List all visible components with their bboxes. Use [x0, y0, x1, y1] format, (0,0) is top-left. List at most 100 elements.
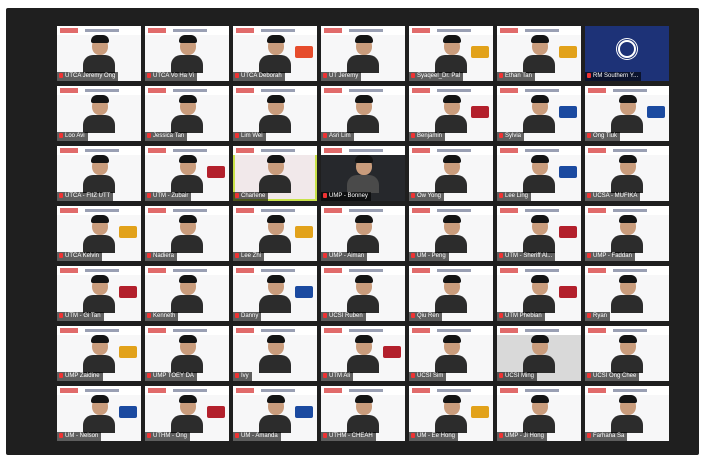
- university-logo-icon: [295, 46, 313, 58]
- participant-name-label: UMP Zaidine: [57, 372, 103, 381]
- participant-name-label: UTHM - Ong: [145, 432, 191, 441]
- participant-tile[interactable]: UCSA - MUFIKA: [585, 146, 669, 201]
- participant-video: [168, 155, 206, 193]
- participant-tile[interactable]: UM - Peng: [409, 206, 493, 261]
- participant-tile[interactable]: UTM Ali: [321, 326, 405, 381]
- participant-video: [608, 395, 646, 433]
- participant-tile[interactable]: UM - Nelson: [57, 386, 141, 441]
- participant-name-label: Ow Yong: [409, 192, 445, 201]
- participant-video: [344, 395, 382, 433]
- participant-tile[interactable]: UMP - Faddan: [585, 206, 669, 261]
- participant-tile[interactable]: Lee Zhi: [233, 206, 317, 261]
- participant-tile[interactable]: Asri Lim: [321, 86, 405, 141]
- participant-tile[interactable]: RM Southern Y...: [585, 26, 669, 81]
- mic-muted-icon: [587, 72, 591, 78]
- participant-tile[interactable]: Ethan Tan: [497, 26, 581, 81]
- participant-tile[interactable]: UCSI Ming: [497, 326, 581, 381]
- participant-tile[interactable]: Qiu Ren: [409, 266, 493, 321]
- participant-tile[interactable]: UTHM - CHEAH: [321, 386, 405, 441]
- participant-name: UMP - Faddan: [593, 253, 632, 259]
- participant-tile[interactable]: UM - Ee Hong: [409, 386, 493, 441]
- participant-tile[interactable]: Ow Yong: [409, 146, 493, 201]
- participant-tile[interactable]: Charlene: [233, 146, 317, 201]
- mic-muted-icon: [411, 72, 415, 78]
- participant-name: UTM Ali: [329, 373, 350, 379]
- participant-tile[interactable]: Jessica Tan: [145, 86, 229, 141]
- participant-tile[interactable]: Benjamin: [409, 86, 493, 141]
- mic-muted-icon: [499, 192, 503, 198]
- participant-tile[interactable]: UTCA Deborah: [233, 26, 317, 81]
- participant-tile[interactable]: Syaqeel_Dr. Pal: [409, 26, 493, 81]
- participant-tile[interactable]: UCSI Ong Chee: [585, 326, 669, 381]
- participant-video: [432, 35, 470, 73]
- mic-muted-icon: [235, 132, 239, 138]
- participant-tile[interactable]: Kenneth: [145, 266, 229, 321]
- participant-tile[interactable]: UCSI Ruben: [321, 266, 405, 321]
- mic-muted-icon: [147, 252, 151, 258]
- university-logo-icon: [559, 106, 577, 118]
- mic-muted-icon: [587, 252, 591, 258]
- participant-tile[interactable]: UTCA Kelvin: [57, 206, 141, 261]
- virtual-background-banner: [321, 326, 405, 335]
- virtual-background-banner: [145, 386, 229, 395]
- mic-muted-icon: [235, 72, 239, 78]
- participant-name-label: UCSI Sim: [409, 372, 447, 381]
- participant-name: Nadiera: [153, 253, 175, 259]
- participant-name: Benjamin: [417, 133, 443, 139]
- participant-tile[interactable]: UMP TOEY DA: [145, 326, 229, 381]
- participant-tile[interactable]: Danny: [233, 266, 317, 321]
- participant-tile[interactable]: Lim Wei: [233, 86, 317, 141]
- participant-tile[interactable]: Ivy: [233, 326, 317, 381]
- participant-name-label: UTM Ali: [321, 372, 353, 381]
- participant-tile[interactable]: UMP - Ji Hong: [497, 386, 581, 441]
- participant-tile[interactable]: UTM Phebian: [497, 266, 581, 321]
- participant-tile[interactable]: UT Jeremy: [321, 26, 405, 81]
- participant-name: Qiu Ren: [417, 313, 440, 319]
- virtual-background-banner: [57, 146, 141, 155]
- participant-tile[interactable]: UTCA - FIIZ UTT: [57, 146, 141, 201]
- participant-name-label: UT Jeremy: [321, 72, 362, 81]
- participant-tile[interactable]: Ong Tiuk: [585, 86, 669, 141]
- participant-tile[interactable]: UTCA Vo Ha Vi: [145, 26, 229, 81]
- participant-tile[interactable]: Sylvia: [497, 86, 581, 141]
- participant-tile[interactable]: UTCA Jeremy Ong: [57, 26, 141, 81]
- university-logo-icon: [471, 46, 489, 58]
- mic-muted-icon: [59, 192, 63, 198]
- participant-tile[interactable]: Lee Ling: [497, 146, 581, 201]
- participant-name: Ivy: [241, 373, 249, 379]
- mic-muted-icon: [411, 432, 415, 438]
- participant-video: [168, 335, 206, 373]
- participant-tile[interactable]: Nadiera: [145, 206, 229, 261]
- participant-tile[interactable]: UMP - Bonney: [321, 146, 405, 201]
- mic-muted-icon: [587, 192, 591, 198]
- participant-tile[interactable]: UM - Amanda: [233, 386, 317, 441]
- virtual-background-banner: [233, 146, 317, 155]
- mic-muted-icon: [59, 72, 63, 78]
- participant-tile[interactable]: Farhana Sa: [585, 386, 669, 441]
- university-logo-icon: [559, 166, 577, 178]
- participant-tile[interactable]: Ryan: [585, 266, 669, 321]
- participant-name: UM - Nelson: [65, 433, 99, 439]
- participant-tile[interactable]: UTHM - Ong: [145, 386, 229, 441]
- participant-tile[interactable]: UTM - Zubair: [145, 146, 229, 201]
- participant-name: Kenneth: [153, 313, 176, 319]
- participant-name-label: UTM Phebian: [497, 312, 545, 321]
- mic-muted-icon: [59, 432, 63, 438]
- mic-muted-icon: [411, 192, 415, 198]
- participant-tile[interactable]: Loo Avi: [57, 86, 141, 141]
- university-logo-icon: [207, 166, 225, 178]
- participant-tile[interactable]: UTM - Sheriff Al...: [497, 206, 581, 261]
- participant-name: UTCA Kelvin: [65, 253, 100, 259]
- participant-tile[interactable]: UTM - Gi Tan: [57, 266, 141, 321]
- participant-video: [520, 155, 558, 193]
- virtual-background-banner: [145, 326, 229, 335]
- participant-tile[interactable]: UMP - Aiman: [321, 206, 405, 261]
- virtual-background-banner: [145, 146, 229, 155]
- participant-name: UCSA - MUFIKA: [593, 193, 638, 199]
- participant-name: UT Jeremy: [329, 73, 359, 79]
- participant-tile[interactable]: UMP Zaidine: [57, 326, 141, 381]
- participant-tile[interactable]: UCSI Sim: [409, 326, 493, 381]
- mic-muted-icon: [323, 252, 327, 258]
- participant-name-label: UMP - Aiman: [321, 252, 368, 261]
- participant-name-label: UTCA Kelvin: [57, 252, 103, 261]
